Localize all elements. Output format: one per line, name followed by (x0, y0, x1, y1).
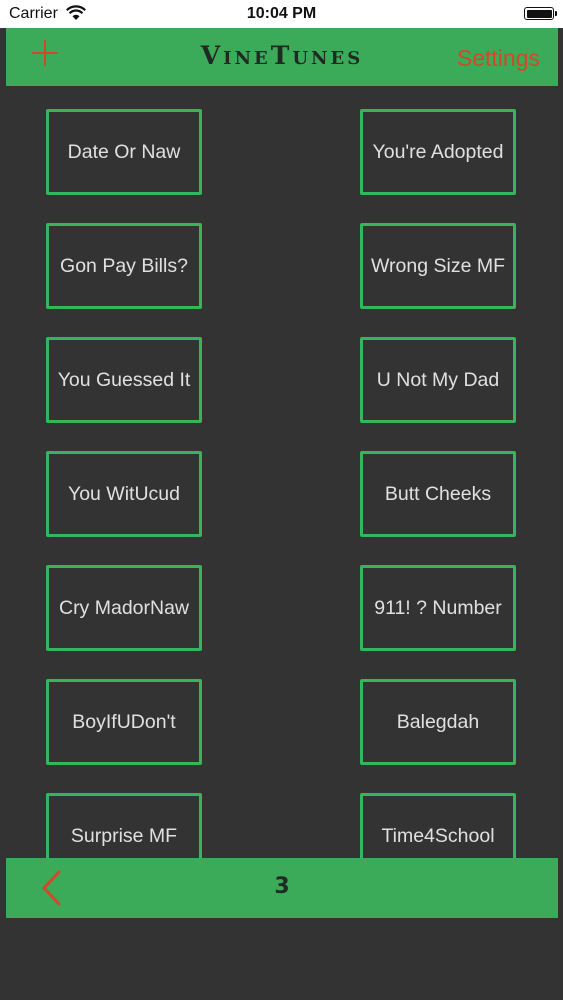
status-bar: Carrier 10:04 PM (0, 0, 563, 28)
sound-grid: Date Or Naw You're Adopted Gon Pay Bills… (0, 86, 563, 858)
sound-button[interactable]: Wrong Size MF (360, 223, 516, 309)
sound-button[interactable]: Gon Pay Bills? (46, 223, 202, 309)
settings-button[interactable]: Settings (457, 45, 540, 72)
clock: 10:04 PM (246, 5, 317, 22)
sound-button[interactable]: Butt Cheeks (360, 451, 516, 537)
page-number: 3 (274, 874, 290, 899)
sound-button[interactable]: You WitUcud (46, 451, 202, 537)
sound-button[interactable]: You Guessed It (46, 337, 202, 423)
sound-button[interactable]: BoyIfUDon't (46, 679, 202, 765)
sound-button[interactable]: Balegdah (360, 679, 516, 765)
sound-button[interactable]: Time4School (360, 793, 516, 858)
sound-button[interactable]: Date Or Naw (46, 109, 202, 195)
sound-button[interactable]: Cry MadorNaw (46, 565, 202, 651)
sound-button[interactable]: 911! ? Number (360, 565, 516, 651)
sound-button[interactable]: U Not My Dad (360, 337, 516, 423)
pager-bar: 3 (6, 858, 558, 918)
battery-icon (524, 7, 557, 20)
sound-button[interactable]: You're Adopted (360, 109, 516, 195)
sound-button[interactable]: Surprise MF (46, 793, 202, 858)
nav-bar: VineTunes Settings (6, 28, 558, 86)
